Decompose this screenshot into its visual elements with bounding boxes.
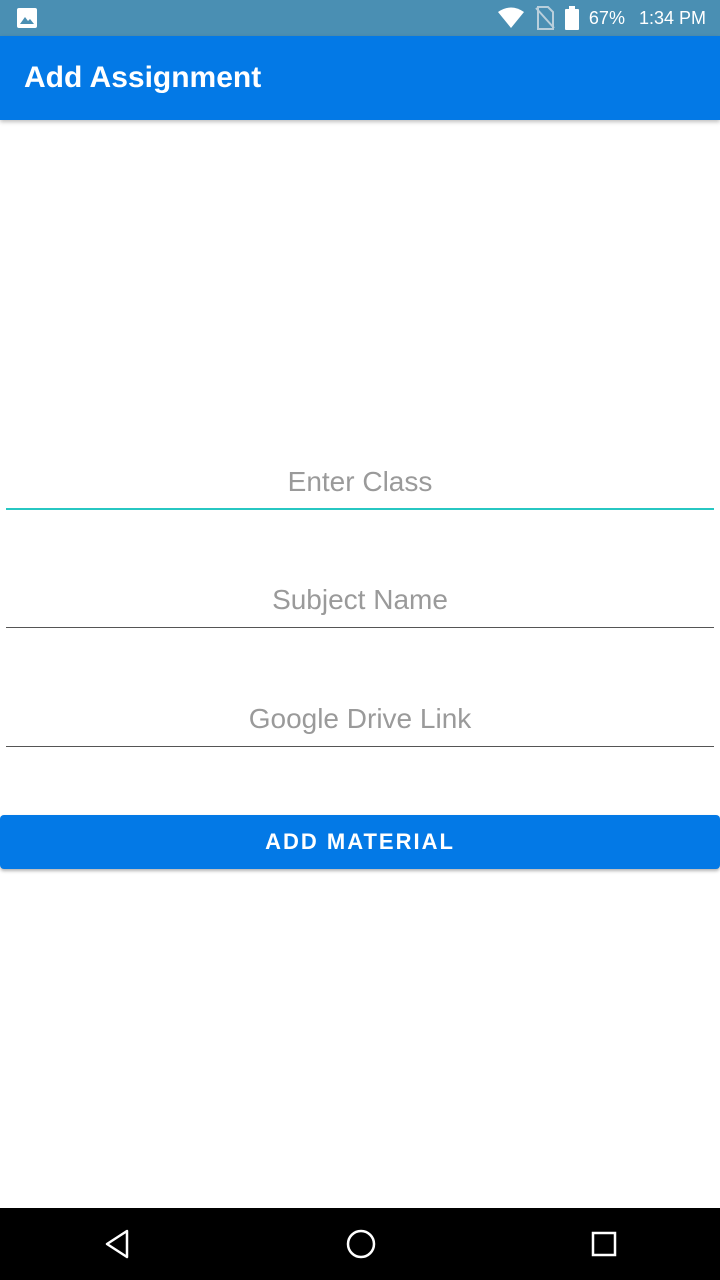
drive-link-field (6, 693, 714, 747)
recent-apps-icon (591, 1231, 617, 1257)
page-title: Add Assignment (24, 61, 262, 94)
back-icon (105, 1229, 129, 1259)
battery-icon (564, 6, 579, 30)
no-sim-icon (535, 6, 555, 30)
battery-percentage: 67% (588, 7, 625, 28)
class-field-underline (6, 507, 714, 510)
app-bar: Add Assignment (0, 36, 720, 120)
recent-apps-button[interactable] (554, 1208, 654, 1280)
google-drive-link-input[interactable] (6, 693, 714, 745)
add-material-button[interactable]: ADD MATERIAL (0, 815, 720, 869)
class-input[interactable] (6, 456, 714, 508)
home-button[interactable] (311, 1208, 411, 1280)
home-icon (346, 1229, 376, 1259)
subject-name-input[interactable] (6, 574, 714, 626)
class-field (6, 456, 714, 510)
status-icons: 67% 1:34 PM (497, 0, 706, 36)
subject-field (6, 574, 714, 628)
wifi-icon (497, 7, 524, 28)
drive-field-underline (6, 745, 714, 747)
subject-field-underline (6, 626, 714, 628)
gallery-icon (17, 8, 37, 28)
navigation-bar (0, 1208, 720, 1280)
status-bar: 67% 1:34 PM (0, 0, 720, 36)
back-button[interactable] (67, 1208, 167, 1280)
clock: 1:34 PM (638, 7, 706, 28)
